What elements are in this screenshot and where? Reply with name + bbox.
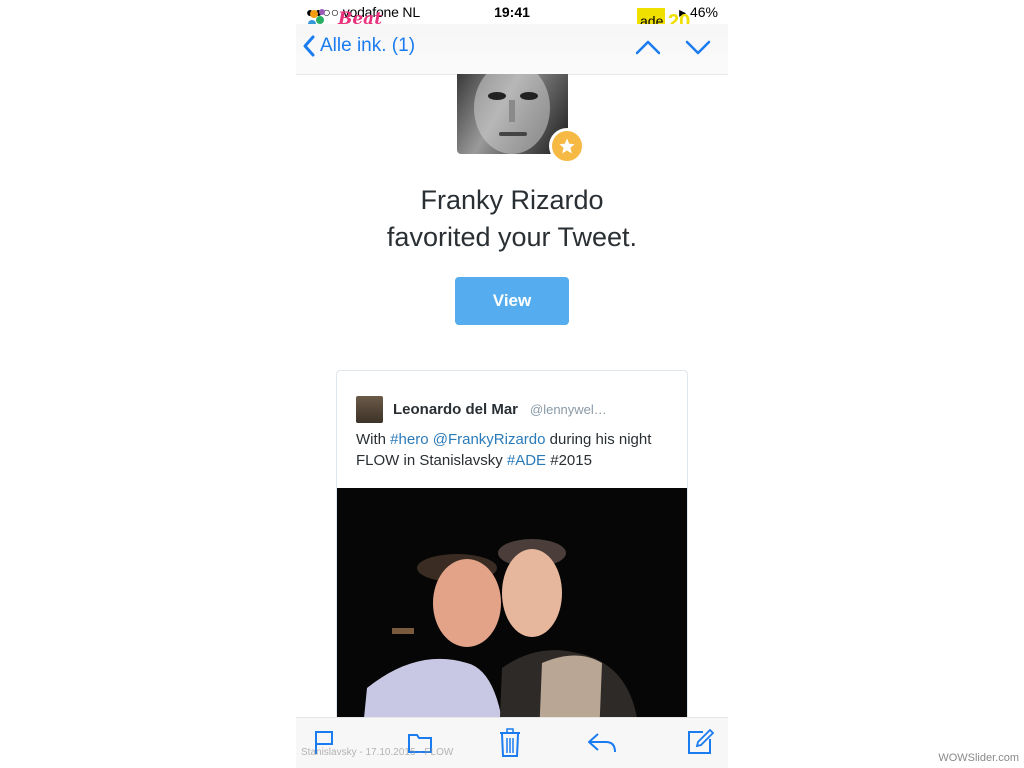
hashtag-link[interactable]: #hero <box>390 431 428 448</box>
view-button[interactable]: View <box>455 277 569 325</box>
reply-arrow-icon <box>588 733 616 753</box>
mail-phone-screen: ●●○○ vodafone NL 19:41 ▸ 46% Beat ade 20… <box>296 0 728 768</box>
tweet-text: With #hero @FrankyRizardo during his nig… <box>356 429 666 471</box>
reply-button[interactable] <box>586 728 618 761</box>
slider-credit: WOWSlider.com <box>938 752 1019 764</box>
mention-link[interactable]: @FrankyRizardo <box>433 431 546 448</box>
message-navigation <box>634 36 712 63</box>
chevron-down-icon <box>685 40 711 55</box>
previous-message-button[interactable] <box>634 36 662 63</box>
favorite-badge <box>549 128 585 164</box>
notification-action: favorited your Tweet. <box>386 222 638 252</box>
mail-nav-bar: Alle ink. (1) <box>296 24 728 75</box>
compose-icon <box>688 728 715 754</box>
next-message-button[interactable] <box>684 36 712 63</box>
hashtag-link-ade[interactable]: #ADE <box>507 452 546 469</box>
tweet-author-handle: @lennywel… <box>530 402 607 417</box>
compose-button[interactable] <box>686 728 715 761</box>
tweet-author-avatar <box>356 396 383 423</box>
tweet-text-suffix: #2015 <box>546 452 592 469</box>
trash-icon <box>500 728 520 757</box>
notification-message: Franky Rizardo favorited your Tweet. <box>296 182 728 256</box>
delete-button[interactable] <box>498 728 522 763</box>
back-to-inbox-button[interactable]: Alle ink. (1) <box>302 34 415 58</box>
embedded-tweet[interactable]: Leonardo del Mar @lennywel… With #hero @… <box>336 370 688 768</box>
chevron-left-icon <box>303 35 315 57</box>
tweet-text-prefix: With <box>356 431 391 448</box>
chevron-up-icon <box>635 40 661 55</box>
notification-user: Franky Rizardo <box>420 185 604 215</box>
star-icon <box>559 138 575 154</box>
back-label: Alle ink. (1) <box>320 35 416 56</box>
photo-watermark: Stanislavsky - 17.10.2015 - FLOW <box>301 747 454 758</box>
mail-toolbar: Stanislavsky - 17.10.2015 - FLOW <box>296 717 728 768</box>
tweet-author-name: Leonardo del Mar <box>393 401 519 418</box>
